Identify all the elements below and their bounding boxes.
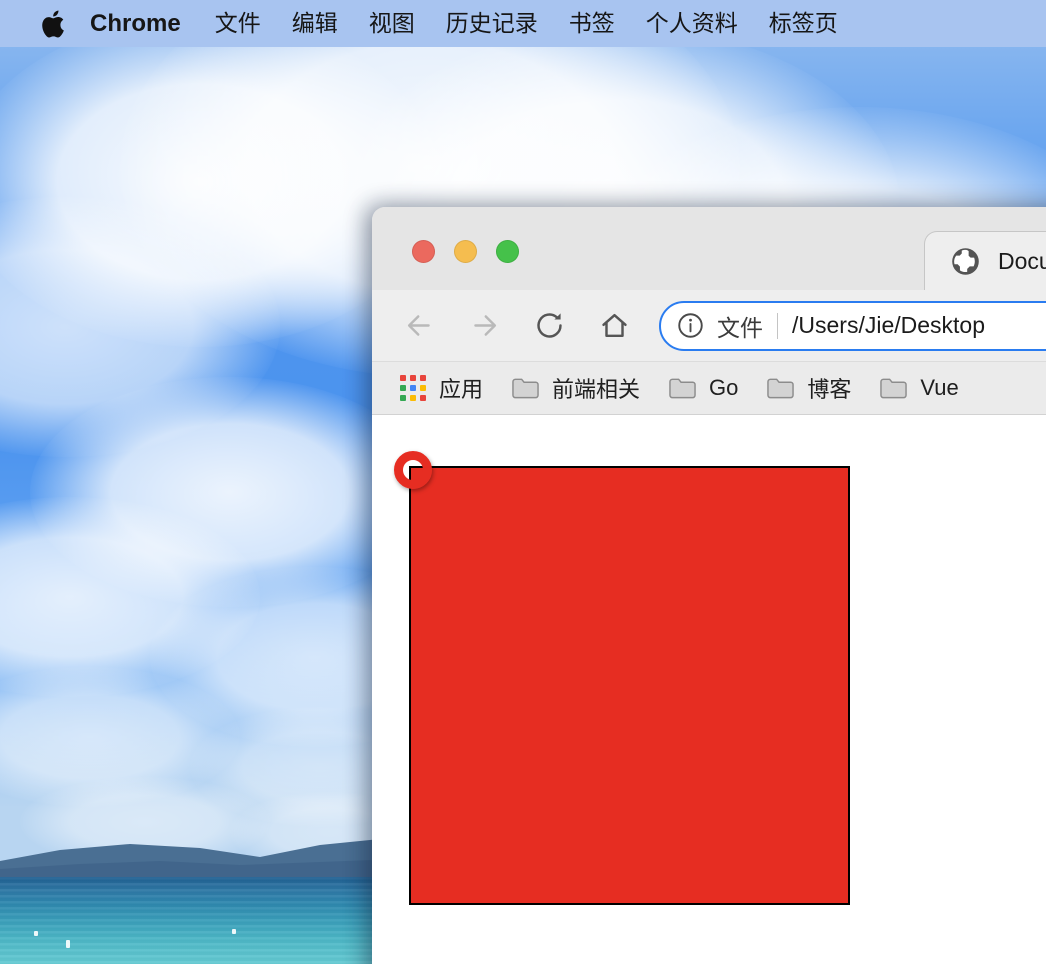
mac-menu-bar: Chrome 文件 编辑 视图 历史记录 书签 个人资料 标签页 [0,0,1046,47]
bookmark-label: Go [709,375,739,400]
url-scheme-label: 文件 [717,314,763,341]
maximize-window-button[interactable] [496,240,519,263]
browser-toolbar: 文件 /Users/Jie/Desktop [372,290,1046,362]
address-bar[interactable]: 文件 /Users/Jie/Desktop [659,300,1046,351]
bookmark-folder-frontend[interactable]: 前端相关 [512,372,640,404]
url-text[interactable]: /Users/Jie/Desktop [792,312,1046,339]
info-circle-icon[interactable] [677,312,704,339]
red-square-element[interactable] [409,466,850,905]
menu-item-profile[interactable]: 个人资料 [646,12,738,35]
chrome-browser-window: Document [372,207,1046,964]
reload-icon [536,313,562,338]
menu-item-tabs[interactable]: 标签页 [769,12,838,35]
folder-icon [767,378,795,399]
tab-strip: Document [372,207,1046,290]
home-icon [601,313,627,338]
tab-title: Document [998,247,1046,274]
bookmark-label: 前端相关 [552,377,641,402]
bookmark-folder-go[interactable]: Go [669,375,738,401]
minimize-window-button[interactable] [454,240,477,263]
bookmark-folder-blog[interactable]: 博客 [767,372,851,404]
reload-button[interactable] [526,303,572,349]
menu-item-chrome[interactable]: Chrome [90,11,181,36]
folder-icon [880,378,908,399]
folder-icon [669,378,696,399]
apple-logo-icon[interactable] [40,9,66,39]
folder-icon [512,378,539,399]
bookmark-apps[interactable]: 应用 [400,372,483,404]
distant-boat [34,931,38,936]
apps-grid-icon [400,375,426,401]
distant-boat [232,929,236,934]
forward-button[interactable] [461,303,507,349]
menu-item-history[interactable]: 历史记录 [446,12,538,35]
screen: Chrome 文件 编辑 视图 历史记录 书签 个人资料 标签页 Documen… [0,0,1046,964]
page-content-area [372,415,1046,964]
bookmark-label: Vue [920,375,959,400]
resize-handle-icon[interactable] [394,451,432,489]
bookmark-label: 应用 [439,377,484,402]
distant-boat [66,940,70,948]
menu-item-file[interactable]: 文件 [215,12,261,35]
browser-tab-document[interactable]: Document [924,231,1046,290]
menu-item-edit[interactable]: 编辑 [292,12,338,35]
close-window-button[interactable] [412,240,435,263]
omnibox-divider [777,312,778,339]
bookmark-folder-vue[interactable]: Vue [880,375,959,401]
arrow-left-icon [407,315,430,336]
back-button[interactable] [396,303,442,349]
arrow-right-icon [473,315,496,336]
menu-item-view[interactable]: 视图 [369,12,415,35]
home-button[interactable] [591,303,637,349]
window-traffic-lights [412,240,519,263]
globe-icon [952,247,979,275]
menu-item-bookmarks[interactable]: 书签 [569,12,615,35]
bookmarks-bar: 应用 前端相关 Go 博客 Vue [372,362,1046,415]
bookmark-label: 博客 [807,377,852,402]
